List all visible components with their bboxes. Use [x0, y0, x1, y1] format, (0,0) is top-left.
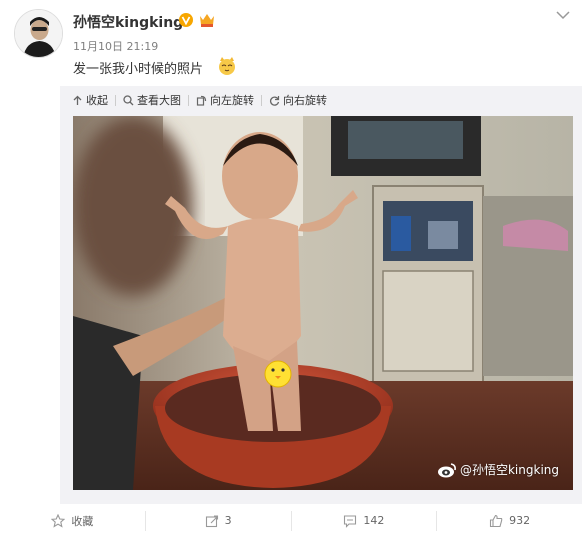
- view-large-label: 查看大图: [137, 94, 181, 107]
- favorite-label: 收藏: [71, 514, 94, 528]
- rotate-left-icon: [196, 95, 207, 106]
- action-bar: 收藏 3 142 932: [0, 506, 582, 535]
- rotate-right-icon: [270, 95, 280, 106]
- collapse-button[interactable]: 收起: [72, 92, 108, 108]
- comment-icon: [344, 514, 357, 528]
- comment-button[interactable]: 142: [292, 506, 437, 535]
- photo-watermark: @孙悟空kingking: [437, 461, 559, 478]
- like-button[interactable]: 932: [437, 506, 582, 535]
- rotate-left-label: 向左旋转: [210, 94, 254, 107]
- weibo-post: 孙悟空kingking 11月10日 21:19 发一张我小时候的照片 收起 查…: [0, 0, 582, 535]
- childhood-photo: [73, 116, 573, 490]
- repost-button[interactable]: 3: [146, 506, 291, 535]
- chevron-down-icon[interactable]: [556, 10, 570, 20]
- verified-v-icon: [179, 13, 193, 27]
- crown-badge-icon[interactable]: [198, 12, 216, 28]
- watermark-text: @孙悟空kingking: [459, 463, 559, 477]
- zoom-icon: [123, 94, 134, 105]
- collapse-label: 收起: [86, 94, 108, 107]
- image-toolbar: 收起 查看大图 向左旋转 向右旋转: [72, 92, 327, 108]
- avatar[interactable]: [14, 9, 63, 58]
- view-large-button[interactable]: 查看大图: [123, 92, 181, 108]
- post-text: 发一张我小时候的照片: [73, 62, 204, 77]
- cat-emoji-icon: [219, 57, 235, 75]
- weibo-logo-icon: [437, 462, 456, 477]
- repost-count: 3: [224, 514, 232, 527]
- repost-icon: [205, 514, 218, 527]
- rotate-right-button[interactable]: 向右旋转: [269, 92, 327, 108]
- collapse-icon: [73, 95, 82, 105]
- comment-count: 142: [363, 514, 385, 527]
- toolbar-divider: [115, 94, 116, 106]
- like-count: 932: [509, 514, 531, 527]
- rotate-right-label: 向右旋转: [283, 94, 327, 107]
- username[interactable]: 孙悟空kingking: [73, 12, 183, 32]
- rotate-left-button[interactable]: 向左旋转: [196, 92, 254, 108]
- media-panel: 收起 查看大图 向左旋转 向右旋转 @孙悟空kingking: [60, 86, 582, 504]
- post-photo[interactable]: @孙悟空kingking: [73, 116, 573, 490]
- star-icon: [51, 513, 66, 528]
- toolbar-divider: [188, 94, 189, 106]
- like-icon: [490, 514, 503, 527]
- toolbar-divider: [261, 94, 262, 106]
- favorite-button[interactable]: 收藏: [0, 506, 145, 535]
- post-timestamp[interactable]: 11月10日 21:19: [73, 38, 158, 54]
